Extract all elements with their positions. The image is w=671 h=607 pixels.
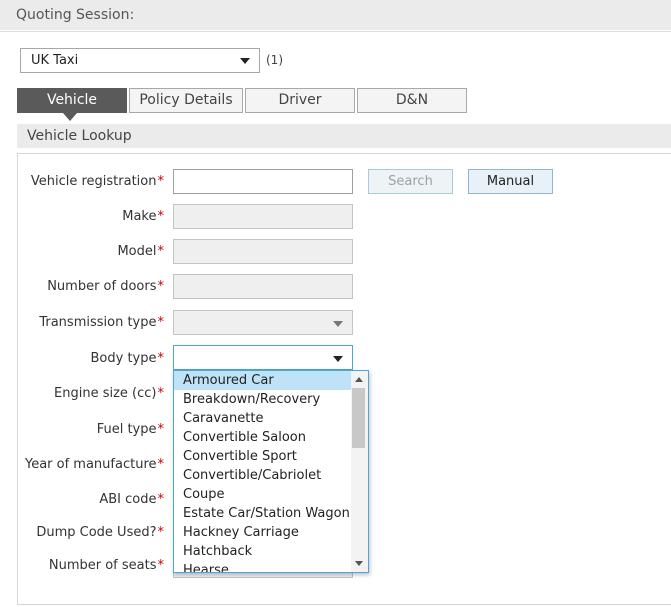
scroll-down-arrow-icon[interactable] — [355, 561, 363, 566]
required-marker: * — [157, 558, 165, 573]
active-tab-pointer — [63, 113, 77, 121]
required-marker: * — [157, 244, 165, 259]
dropdown-option[interactable]: Armoured Car — [174, 371, 352, 390]
tab-dn[interactable]: D&N — [357, 88, 467, 113]
required-marker: * — [157, 209, 165, 224]
model-field — [173, 239, 353, 264]
tab-vehicle[interactable]: Vehicle — [17, 88, 127, 113]
dropdown-option[interactable]: Coupe — [174, 485, 352, 504]
dump-code-label-text: Dump Code Used? — [36, 525, 157, 540]
quoting-session-header: Quoting Session: — [0, 0, 671, 30]
dropdown-option[interactable]: Hackney Carriage — [174, 523, 352, 542]
dropdown-scrollbar[interactable] — [351, 371, 368, 572]
section-header: Vehicle Lookup — [17, 124, 671, 148]
vehicle-registration-input[interactable] — [173, 169, 353, 194]
manual-button[interactable]: Manual — [468, 169, 553, 194]
year-label: Year of manufacture* — [25, 457, 164, 472]
page-title: Quoting Session: — [16, 7, 135, 23]
doors-label-text: Number of doors — [47, 279, 157, 294]
chevron-down-icon — [240, 58, 250, 64]
required-marker: * — [157, 457, 165, 472]
chevron-down-icon — [333, 321, 343, 327]
scrollbar-thumb[interactable] — [352, 388, 365, 448]
make-field — [173, 204, 353, 229]
seats-label-text: Number of seats — [48, 558, 157, 573]
dump-code-label: Dump Code Used?* — [36, 525, 164, 540]
chevron-down-icon — [333, 356, 343, 362]
required-marker: * — [157, 174, 165, 189]
search-button[interactable]: Search — [368, 169, 453, 194]
required-marker: * — [157, 386, 165, 401]
required-marker: * — [157, 422, 165, 437]
vehicle-registration-label-text: Vehicle registration — [30, 174, 157, 189]
engine-size-label: Engine size (cc)* — [54, 386, 164, 401]
header-divider — [0, 31, 671, 32]
dropdown-option[interactable]: Convertible Sport — [174, 447, 352, 466]
body-type-select[interactable] — [173, 345, 353, 370]
required-marker: * — [157, 492, 165, 507]
seats-label: Number of seats* — [49, 558, 164, 573]
required-marker: * — [157, 315, 165, 330]
dropdown-option[interactable]: Convertible/Cabriolet — [174, 466, 352, 485]
year-label-text: Year of manufacture — [24, 457, 157, 472]
transmission-label: Transmission type* — [39, 315, 164, 330]
abi-code-label: ABI code* — [99, 492, 164, 507]
body-type-options: Armoured Car Breakdown/Recovery Caravane… — [174, 371, 352, 572]
tab-driver[interactable]: Driver — [245, 88, 355, 113]
doors-field — [173, 274, 353, 299]
body-type-label: Body type* — [91, 351, 165, 366]
doors-label: Number of doors* — [47, 279, 164, 294]
scroll-up-arrow-icon[interactable] — [355, 377, 363, 382]
dropdown-option[interactable]: Hearse — [174, 561, 352, 572]
fuel-type-label: Fuel type* — [97, 422, 164, 437]
vehicle-registration-label: Vehicle registration* — [31, 174, 164, 189]
tab-policy-details[interactable]: Policy Details — [129, 88, 243, 113]
dropdown-option[interactable]: Caravanette — [174, 409, 352, 428]
required-marker: * — [157, 279, 165, 294]
abi-code-label-text: ABI code — [99, 492, 157, 507]
model-label-text: Model — [117, 244, 157, 259]
make-label-text: Make — [122, 209, 157, 224]
dropdown-option[interactable]: Breakdown/Recovery — [174, 390, 352, 409]
dropdown-option[interactable]: Hatchback — [174, 542, 352, 561]
section-title: Vehicle Lookup — [27, 128, 132, 144]
transmission-label-text: Transmission type — [39, 315, 157, 330]
required-marker: * — [157, 351, 165, 366]
fuel-type-label-text: Fuel type — [96, 422, 157, 437]
make-label: Make* — [122, 209, 164, 224]
transmission-select — [173, 310, 353, 335]
dropdown-option[interactable]: Estate Car/Station Wagon — [174, 504, 352, 523]
product-select-value: UK Taxi — [31, 53, 79, 68]
required-marker: * — [157, 525, 165, 540]
engine-size-label-text: Engine size (cc) — [54, 386, 157, 401]
dropdown-option[interactable]: Convertible Saloon — [174, 428, 352, 447]
product-count: (1) — [266, 53, 283, 67]
model-label: Model* — [117, 244, 164, 259]
body-type-label-text: Body type — [90, 351, 157, 366]
product-select[interactable]: UK Taxi — [20, 48, 260, 73]
body-type-dropdown[interactable]: Armoured Car Breakdown/Recovery Caravane… — [173, 370, 369, 573]
